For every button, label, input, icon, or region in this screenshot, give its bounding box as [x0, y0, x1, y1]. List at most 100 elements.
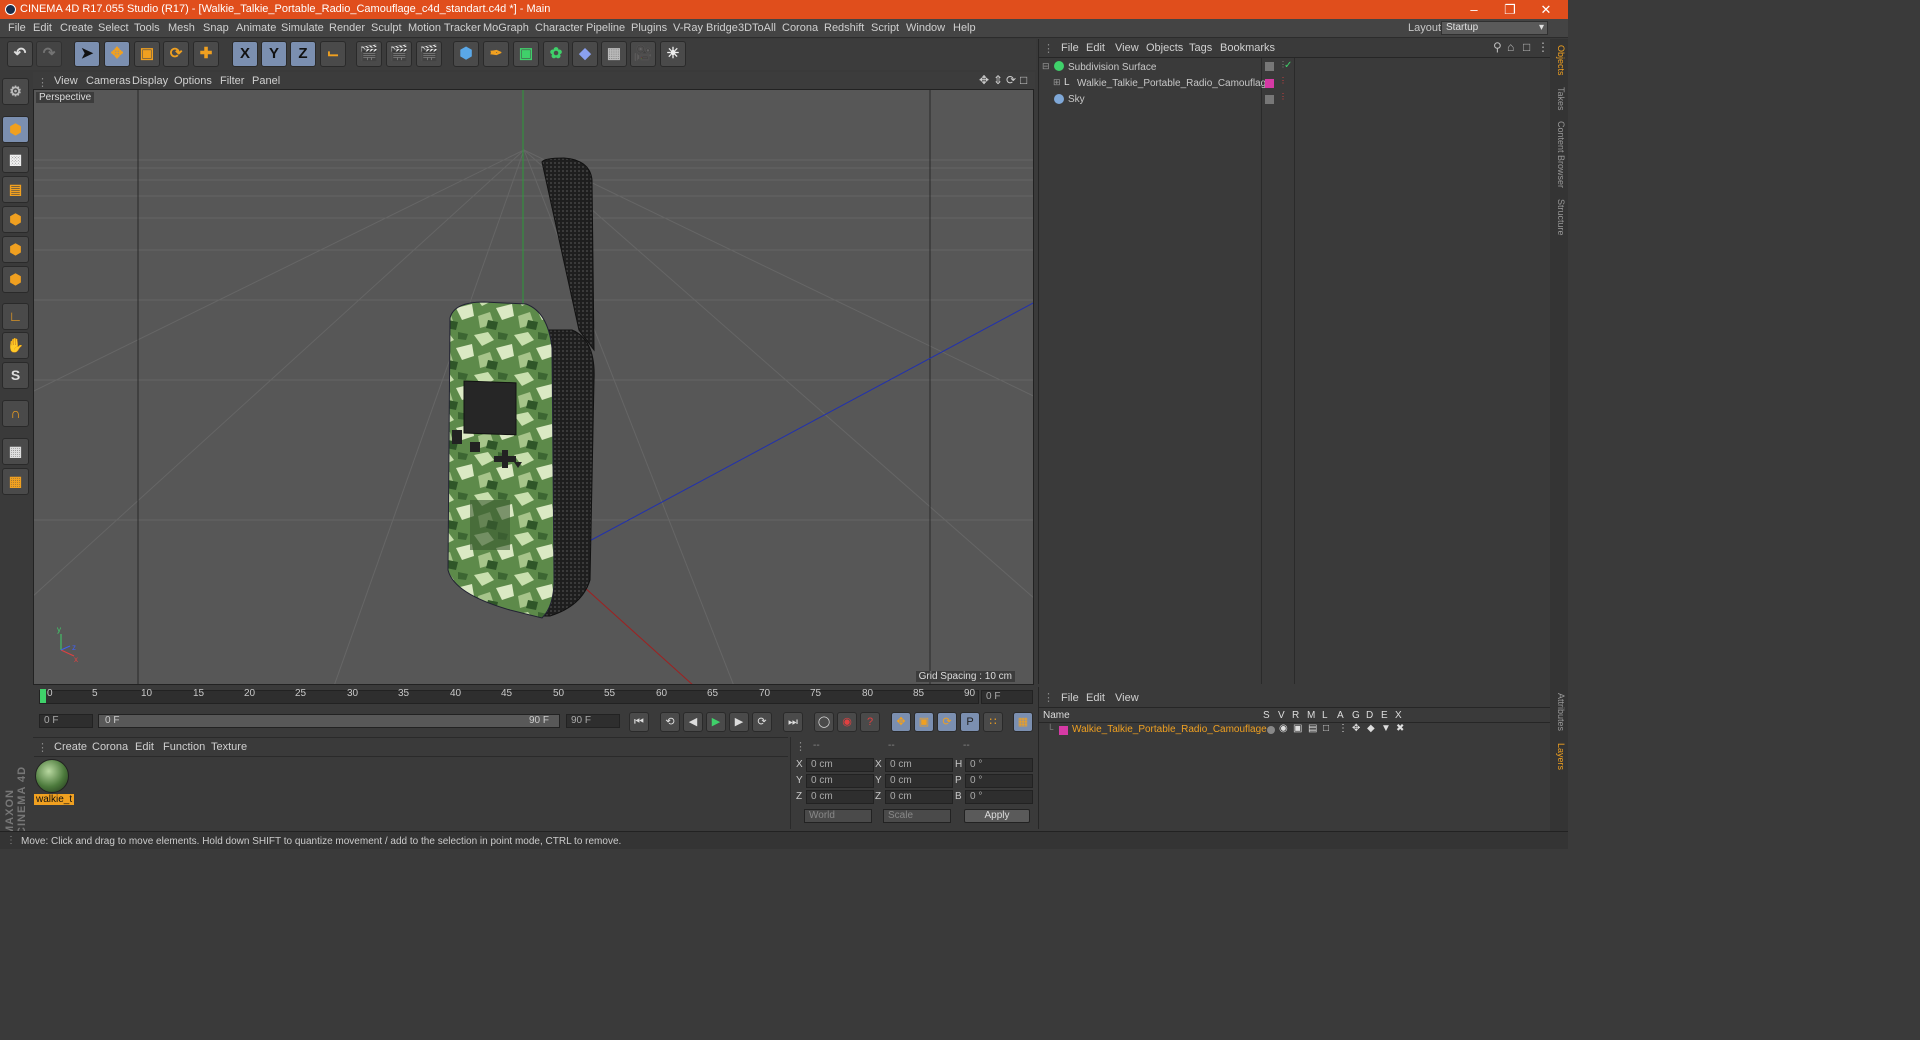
rotation-b-field[interactable]: 0 ° — [965, 790, 1033, 804]
viewport-nav-rotate-icon[interactable]: ⟳ — [1006, 73, 1016, 87]
model-mode-button[interactable]: ⬢ — [2, 116, 29, 143]
tab-takes[interactable]: Takes — [1552, 87, 1566, 111]
rotation-h-field[interactable]: 0 ° — [965, 758, 1033, 772]
range-slider[interactable]: 0 F 90 F — [98, 714, 560, 728]
object-row-sky[interactable]: Sky ⋮ — [1039, 92, 1551, 108]
menu-character[interactable]: Character — [535, 22, 583, 34]
planar-workplane-button[interactable]: ▦ — [2, 468, 29, 495]
walkie-talkie-model[interactable] — [447, 157, 595, 619]
new-view-icon[interactable]: □ — [1523, 40, 1530, 54]
layers-menu-file[interactable]: File — [1061, 692, 1079, 704]
viewport-maximize-icon[interactable]: □ — [1020, 73, 1027, 87]
menu-create[interactable]: Create — [60, 22, 93, 34]
viewport-menu-display[interactable]: Display — [132, 75, 168, 87]
menu-tools[interactable]: Tools — [134, 22, 160, 34]
objects-menu-file[interactable]: File — [1061, 42, 1079, 54]
solo-icon[interactable] — [1267, 726, 1275, 734]
menu-select[interactable]: Select — [98, 22, 129, 34]
menu-file[interactable]: File — [8, 22, 26, 34]
tab-content-browser[interactable]: Content Browser — [1552, 121, 1566, 188]
menu-mesh[interactable]: Mesh — [168, 22, 195, 34]
size-mode-select[interactable]: Scale — [883, 809, 951, 823]
apply-button[interactable]: Apply — [964, 809, 1030, 823]
render-view-button[interactable]: 🎬 — [356, 41, 382, 67]
viewport-menu-cameras[interactable]: Cameras — [86, 75, 131, 87]
viewport-menu-panel[interactable]: Panel — [252, 75, 280, 87]
go-to-start-button[interactable]: ⏮ — [629, 712, 649, 732]
make-editable-button[interactable]: ⚙ — [2, 78, 29, 105]
add-cube-button[interactable]: ⬢ — [453, 41, 479, 67]
position-z-field[interactable]: 0 cm — [806, 790, 874, 804]
polygons-mode-button[interactable]: ⬢ — [2, 266, 29, 293]
tab-objects[interactable]: Objects — [1552, 45, 1566, 76]
add-deformer-button[interactable]: ◆ — [572, 41, 598, 67]
redo-button[interactable]: ↷ — [36, 41, 62, 67]
texture-mode-button[interactable]: ▩ — [2, 146, 29, 173]
render-settings-button[interactable]: 🎬 — [416, 41, 442, 67]
rotate-tool-button[interactable]: ⟳ — [163, 41, 189, 67]
tab-layers[interactable]: Layers — [1552, 743, 1566, 770]
key-pla-button[interactable]: ∷ — [983, 712, 1003, 732]
move-tool-button[interactable]: ✥ — [104, 41, 130, 67]
material-menu-function[interactable]: Function — [163, 741, 205, 753]
scale-tool-button[interactable]: ▣ — [134, 41, 160, 67]
play-button[interactable]: ▶ — [706, 712, 726, 732]
tab-structure[interactable]: Structure — [1552, 199, 1566, 236]
viewport-menu-filter[interactable]: Filter — [220, 75, 244, 87]
key-parameter-button[interactable]: P — [960, 712, 980, 732]
z-axis-button[interactable]: Z — [290, 41, 316, 67]
eye-icon[interactable]: ◉ — [1279, 723, 1288, 734]
restore-button[interactable]: ❐ — [1492, 1, 1528, 18]
material-menu-edit[interactable]: Edit — [135, 741, 154, 753]
previous-frame-button[interactable]: ◀ — [683, 712, 703, 732]
tweak-mode-button[interactable]: ✋ — [2, 332, 29, 359]
add-camera-button[interactable]: 🎥 — [630, 41, 656, 67]
menu-animate[interactable]: Animate — [236, 22, 276, 34]
coordinate-system-button[interactable]: ⌙ — [320, 41, 346, 67]
menu-corona[interactable]: Corona — [782, 22, 818, 34]
generator-icon[interactable]: ✥ — [1352, 723, 1360, 734]
objects-menu-view[interactable]: View — [1115, 42, 1139, 54]
add-light-button[interactable]: ☀ — [660, 41, 686, 67]
material-menu-texture[interactable]: Texture — [211, 741, 247, 753]
x-axis-button[interactable]: X — [232, 41, 258, 67]
viewport-menu-options[interactable]: Options — [174, 75, 212, 87]
menu-simulate[interactable]: Simulate — [281, 22, 324, 34]
go-to-end-button[interactable]: ⏭ — [783, 712, 803, 732]
material-thumbnail[interactable] — [35, 759, 69, 793]
menu-render[interactable]: Render — [329, 22, 365, 34]
material-menu-create[interactable]: Create — [54, 741, 87, 753]
key-rotation-button[interactable]: ⟳ — [937, 712, 957, 732]
object-row-subdivision[interactable]: ⊟ Subdivision Surface ⋮ ✓ — [1039, 60, 1551, 76]
layer-name[interactable]: Walkie_Talkie_Portable_Radio_Camouflage — [1072, 724, 1267, 735]
manager-icon[interactable]: ▤ — [1308, 723, 1317, 734]
position-y-field[interactable]: 0 cm — [806, 774, 874, 788]
objects-menu-tags[interactable]: Tags — [1189, 42, 1212, 54]
snapping-button[interactable]: S — [2, 362, 29, 389]
add-floor-button[interactable]: ▦ — [601, 41, 627, 67]
object-row-walkie-talkie[interactable]: ⊞ L Walkie_Talkie_Portable_Radio_Camoufl… — [1039, 76, 1551, 92]
rotation-p-field[interactable]: 0 ° — [965, 774, 1033, 788]
position-x-field[interactable]: 0 cm — [806, 758, 874, 772]
coordinate-system-select[interactable]: World — [804, 809, 872, 823]
menu-edit[interactable]: Edit — [33, 22, 52, 34]
next-key-button[interactable]: ⟳ — [752, 712, 772, 732]
live-selection-button[interactable]: ➤ — [74, 41, 100, 67]
menu-script[interactable]: Script — [871, 22, 899, 34]
playhead-marker[interactable] — [40, 689, 46, 703]
close-button[interactable]: ✕ — [1528, 1, 1564, 18]
edges-mode-button[interactable]: ⬢ — [2, 236, 29, 263]
timeline-ruler[interactable]: 0 5 10 15 20 25 30 35 40 45 50 55 60 65 … — [33, 686, 1035, 710]
viewport-menu-view[interactable]: View — [54, 75, 78, 87]
viewport-nav-zoom-icon[interactable]: ⇕ — [993, 73, 1003, 87]
current-frame-field[interactable]: 0 F — [981, 690, 1033, 704]
objects-menu-edit[interactable]: Edit — [1086, 42, 1105, 54]
key-position-button[interactable]: ✥ — [891, 712, 911, 732]
size-y-field[interactable]: 0 cm — [885, 774, 953, 788]
objects-menu-bookmarks[interactable]: Bookmarks — [1220, 42, 1275, 54]
autokey-button[interactable]: ? — [860, 712, 880, 732]
key-scale-button[interactable]: ▣ — [914, 712, 934, 732]
animation-icon[interactable]: ⋮ — [1338, 723, 1348, 734]
add-pen-spline-button[interactable]: ✒ — [483, 41, 509, 67]
magnet-button[interactable]: ∩ — [2, 400, 29, 427]
